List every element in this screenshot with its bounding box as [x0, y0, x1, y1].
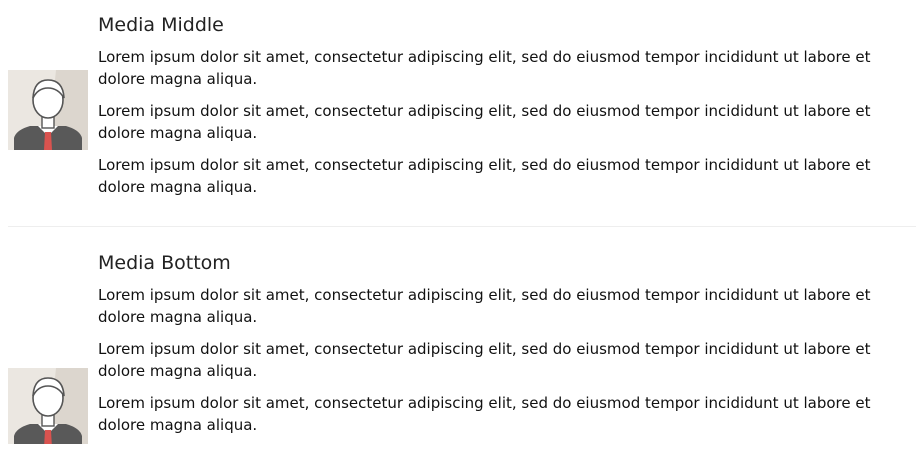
media-paragraph: Lorem ipsum dolor sit amet, consectetur … — [98, 286, 871, 326]
media-paragraph: Lorem ipsum dolor sit amet, consectetur … — [98, 156, 871, 196]
media-heading: Media Middle — [98, 14, 224, 36]
media-paragraph: Lorem ipsum dolor sit amet, consectetur … — [98, 394, 871, 434]
user-avatar-icon — [8, 70, 88, 150]
media-body: Media Bottom Lorem ipsum dolor sit amet,… — [98, 248, 888, 446]
media-body: Media Middle Lorem ipsum dolor sit amet,… — [98, 10, 888, 208]
user-avatar-icon — [8, 368, 88, 444]
media-paragraph: Lorem ipsum dolor sit amet, consectetur … — [98, 102, 871, 142]
media-paragraph: Lorem ipsum dolor sit amet, consectetur … — [98, 48, 871, 88]
media-middle: Media Middle Lorem ipsum dolor sit amet,… — [8, 10, 916, 196]
divider — [8, 226, 916, 227]
media-paragraph: Lorem ipsum dolor sit amet, consectetur … — [98, 340, 871, 380]
media-bottom: Media Bottom Lorem ipsum dolor sit amet,… — [8, 248, 916, 444]
media-heading: Media Bottom — [98, 252, 231, 274]
